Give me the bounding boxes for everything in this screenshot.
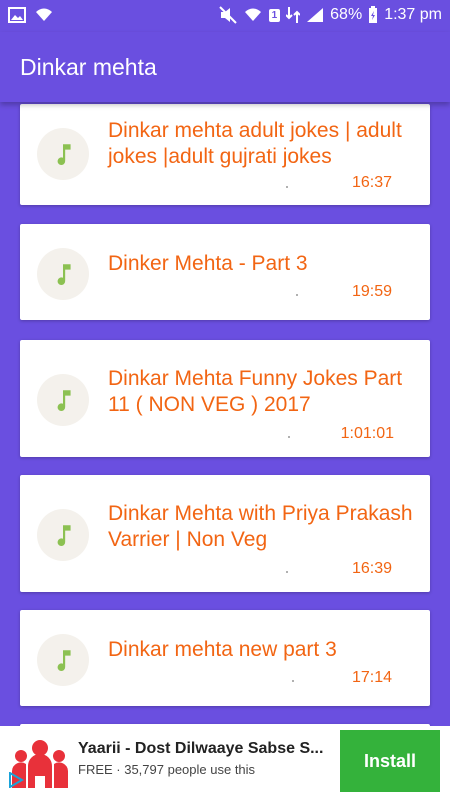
music-note-icon	[37, 248, 89, 300]
data-activity-icon	[286, 7, 301, 23]
music-note-icon	[37, 509, 89, 561]
clock: 1:37 pm	[384, 6, 442, 23]
separator-dot	[292, 680, 294, 682]
music-note-icon	[37, 374, 89, 426]
item-title: Dinkar mehta adult jokes | adult jokes |…	[108, 119, 402, 168]
sim-badge: 1	[268, 8, 281, 22]
item-duration: 16:39	[351, 560, 392, 577]
separator-dot	[288, 436, 290, 438]
music-note-icon	[37, 634, 89, 686]
item-duration: 19:59	[351, 283, 392, 300]
item-title: Dinkar mehta new part 3	[108, 638, 337, 661]
ad-banner[interactable]: Yaarii - Dost Dilwaaye Sabse S... FREE ·…	[0, 726, 450, 800]
music-note-icon	[37, 128, 89, 180]
app-bar: Dinkar mehta	[0, 32, 450, 102]
battery-charging-icon	[369, 6, 378, 23]
list-item[interactable]: Dinker Mehta - Part 3 19:59	[20, 224, 430, 320]
list-item[interactable]: Dinkar mehta new part 3 17:14	[20, 610, 430, 706]
list-item[interactable]: Dinkar Mehta Funny Jokes Part 11 ( NON V…	[20, 340, 430, 457]
list-item[interactable]: Dinkar mehta adult jokes | adult jokes |…	[20, 104, 430, 205]
item-duration: 16:37	[351, 174, 392, 191]
wifi-icon	[36, 8, 52, 21]
gallery-icon	[8, 7, 26, 23]
separator-dot	[286, 186, 288, 188]
list-item[interactable]: Dinkar Mehta with Priya Prakash Varrier …	[20, 475, 430, 592]
video-list[interactable]: Dinkar mehta adult jokes | adult jokes |…	[0, 102, 450, 726]
ad-title: Yaarii - Dost Dilwaaye Sabse S...	[78, 740, 324, 757]
ad-subtitle: FREE · 35,797 people use this	[78, 762, 256, 777]
item-title: Dinker Mehta - Part 3	[108, 252, 308, 275]
install-button[interactable]: Install	[340, 730, 440, 792]
item-title: Dinkar Mehta with Priya Prakash Varrier …	[108, 502, 413, 551]
page-title: Dinkar mehta	[20, 54, 157, 80]
mute-icon	[218, 6, 237, 24]
item-duration: 17:14	[351, 669, 392, 686]
status-bar: 1 68% 1:37 pm	[0, 0, 450, 32]
battery-percent: 68%	[330, 6, 363, 23]
wifi-signal-icon	[244, 8, 261, 21]
separator-dot	[286, 571, 288, 573]
item-duration: 1:01:01	[340, 425, 394, 442]
cell-signal-icon	[307, 8, 324, 22]
separator-dot	[296, 294, 298, 296]
ad-choices-icon[interactable]	[8, 772, 24, 788]
item-title: Dinkar Mehta Funny Jokes Part 11 ( NON V…	[108, 367, 403, 416]
